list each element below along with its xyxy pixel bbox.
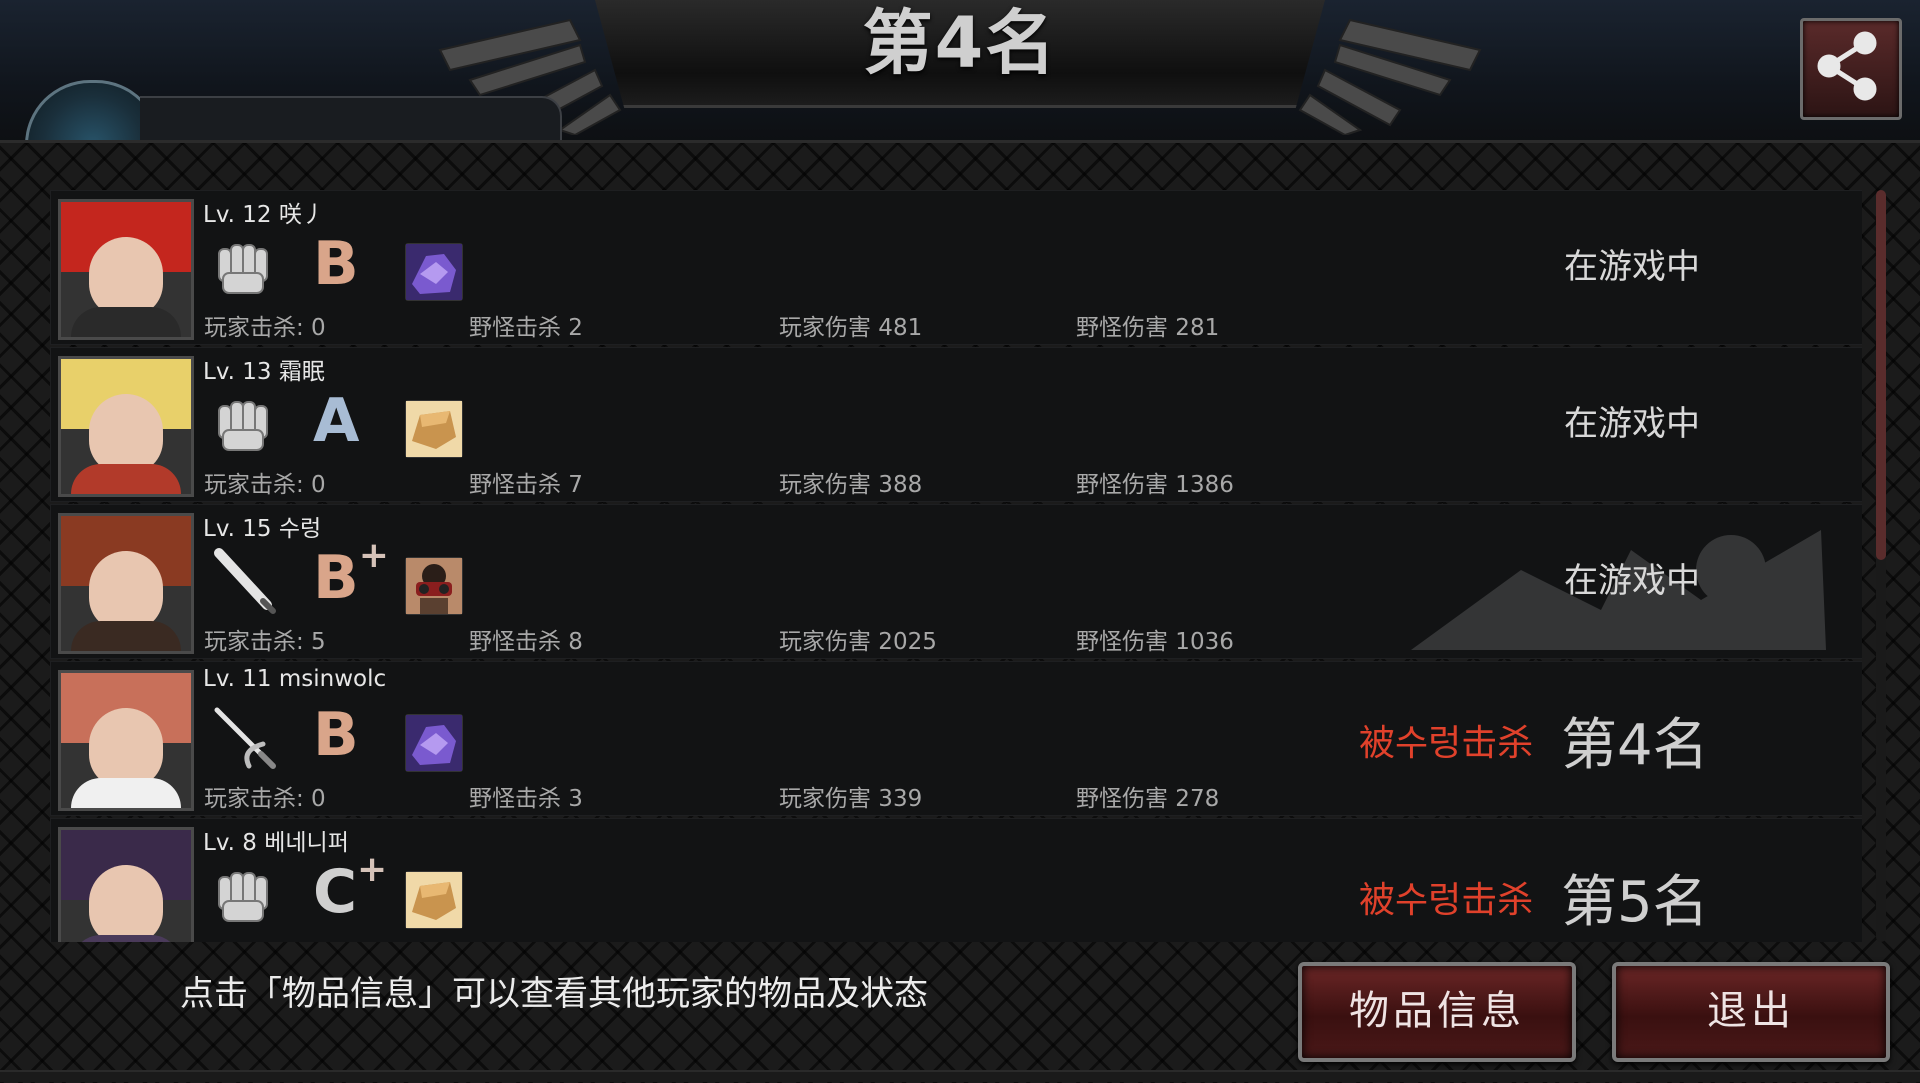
player-kills: 玩家击杀: 0 — [204, 786, 326, 812]
player-row[interactable]: Lv. 8 베네니퍼 C+ 被수렁击杀 第5名 — [50, 818, 1862, 942]
grade-letter: A — [313, 386, 360, 456]
fist-icon — [211, 861, 281, 931]
level-label: Lv. 8 — [203, 830, 257, 856]
grade-letter: B — [313, 700, 359, 770]
level-name: Lv. 8 베네니퍼 — [203, 823, 349, 857]
scroll-thumb[interactable] — [1876, 190, 1886, 560]
grade-plus: + — [357, 849, 388, 890]
avatar-face — [89, 394, 163, 474]
bottom-edge — [0, 1070, 1920, 1082]
rank-text: 第5名 — [1561, 870, 1709, 935]
monster-damage: 野怪伤害 278 — [1076, 786, 1220, 812]
rapier-icon — [211, 704, 281, 774]
avatar — [58, 827, 194, 942]
level-name: Lv. 15 수렁 — [203, 509, 321, 543]
grade-plus: + — [358, 535, 389, 576]
player-row[interactable]: Lv. 15 수렁 B+ 玩家击杀: 5 野怪击杀 8 玩家伤害 2025 野怪… — [50, 504, 1862, 659]
bread-icon — [405, 871, 463, 929]
status-text: 在游戏中 — [1564, 561, 1700, 601]
player-row[interactable]: Lv. 12 咲丿 B 玩家击杀: 0 野怪击杀 2 玩家伤害 481 野怪伤害… — [50, 190, 1862, 345]
player-row[interactable]: Lv. 13 霜眠 A 玩家击杀: 0 野怪击杀 7 玩家伤害 388 野怪伤害… — [50, 347, 1862, 502]
binoculars-icon — [405, 557, 463, 615]
rank-text: 第4名 — [1561, 713, 1709, 778]
grade-letter: B — [313, 229, 359, 299]
avatar — [58, 513, 194, 654]
level-name: Lv. 11 msinwolc — [203, 666, 386, 692]
monster-kills: 野怪击杀 2 — [469, 315, 583, 341]
level-label: Lv. 11 — [203, 666, 272, 692]
level-label: Lv. 13 — [203, 359, 272, 385]
player-name: msinwolc — [278, 666, 387, 692]
avatar-face — [89, 865, 163, 942]
page-title: 第4名 — [862, 2, 1058, 84]
share-icon — [1817, 31, 1877, 101]
avatar-body — [71, 778, 181, 808]
avatar — [58, 356, 194, 497]
grade-label: B — [313, 700, 359, 770]
player-damage: 玩家伤害 481 — [779, 315, 923, 341]
level-name: Lv. 13 霜眠 — [203, 352, 325, 386]
bat-icon — [211, 547, 281, 617]
monster-kills: 野怪击杀 8 — [469, 629, 583, 655]
player-name: 霜眠 — [278, 359, 325, 385]
grade-letter: B — [313, 543, 359, 613]
monster-damage: 野怪伤害 1386 — [1076, 472, 1234, 498]
bread-icon — [405, 400, 463, 458]
player-damage: 玩家伤害 339 — [779, 786, 923, 812]
monster-damage: 野怪伤害 1036 — [1076, 629, 1234, 655]
monster-kills: 野怪击杀 3 — [469, 786, 583, 812]
player-name: 수렁 — [278, 516, 322, 542]
grade-letter: C — [313, 857, 358, 927]
level-label: Lv. 12 — [203, 202, 272, 228]
fist-icon — [211, 390, 281, 460]
purple-armor-icon — [405, 714, 463, 772]
avatar-face — [89, 551, 163, 631]
purple-armor-icon — [405, 243, 463, 301]
hint-text: 点击「物品信息」可以查看其他玩家的物品及状态 — [180, 974, 928, 1014]
avatar-body — [71, 464, 181, 494]
player-name-tab — [140, 96, 562, 143]
item-info-button[interactable]: 物品信息 — [1298, 962, 1576, 1062]
player-damage: 玩家伤害 2025 — [779, 629, 937, 655]
killed-by-text: 被수렁击杀 — [1359, 723, 1534, 764]
player-damage: 玩家伤害 388 — [779, 472, 923, 498]
avatar-face — [89, 237, 163, 317]
player-name: 咲丿 — [278, 202, 325, 228]
monster-kills: 野怪击杀 7 — [469, 472, 583, 498]
player-list[interactable]: Lv. 12 咲丿 B 玩家击杀: 0 野怪击杀 2 玩家伤害 481 野怪伤害… — [50, 190, 1862, 942]
quit-button[interactable]: 退出 — [1612, 962, 1890, 1062]
avatar-face — [89, 708, 163, 788]
player-kills: 玩家击杀: 5 — [204, 629, 326, 655]
killed-by-text: 被수렁击杀 — [1359, 880, 1534, 921]
grade-label: C+ — [313, 849, 387, 927]
status-text: 在游戏中 — [1564, 404, 1700, 444]
avatar-body — [71, 621, 181, 651]
share-button[interactable] — [1800, 18, 1902, 120]
grade-label: B+ — [313, 535, 389, 613]
level-label: Lv. 15 — [203, 516, 272, 542]
grade-label: B — [313, 229, 359, 299]
avatar-body — [71, 935, 181, 942]
avatar-body — [71, 307, 181, 337]
avatar — [58, 670, 194, 811]
player-name: 베네니퍼 — [264, 830, 349, 856]
grade-label: A — [313, 386, 359, 456]
player-row[interactable]: Lv. 11 msinwolc B 玩家击杀: 0 野怪击杀 3 玩家伤害 33… — [50, 661, 1862, 816]
scrollbar[interactable] — [1876, 190, 1886, 942]
fist-icon — [211, 233, 281, 303]
level-name: Lv. 12 咲丿 — [203, 195, 325, 229]
monster-damage: 野怪伤害 281 — [1076, 315, 1220, 341]
player-kills: 玩家击杀: 0 — [204, 472, 326, 498]
status-text: 在游戏中 — [1564, 247, 1700, 287]
avatar — [58, 199, 194, 340]
player-kills: 玩家击杀: 0 — [204, 315, 326, 341]
